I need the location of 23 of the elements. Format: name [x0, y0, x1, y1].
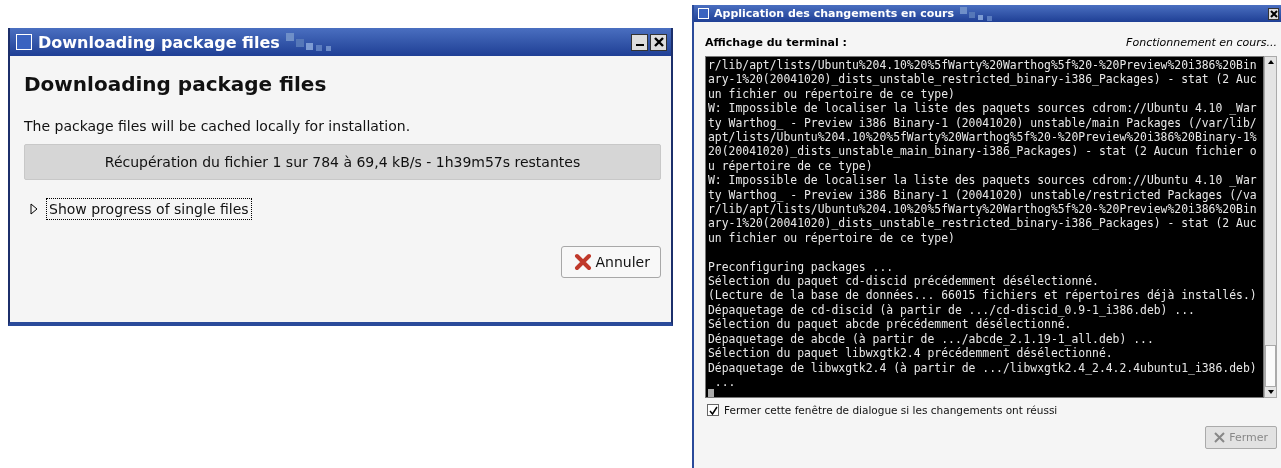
close-button[interactable] — [1268, 7, 1279, 20]
minimize-button[interactable] — [631, 33, 648, 51]
close-button[interactable] — [650, 33, 667, 51]
expander-toggle[interactable]: Show progress of single files — [46, 198, 252, 220]
scrollbar[interactable] — [1264, 56, 1277, 398]
expander-right-icon[interactable] — [30, 203, 38, 215]
terminal-label: Affichage du terminal : — [705, 35, 847, 49]
close-icon — [1214, 432, 1226, 443]
cancel-icon — [573, 253, 592, 271]
window-title: Application des changements en cours — [698, 7, 955, 20]
checkbox[interactable] — [707, 404, 719, 416]
status-text: Fonctionnement en cours... — [1126, 35, 1277, 49]
dialog-heading: Downloading package files — [24, 72, 328, 96]
terminal-output: r/lib/apt/lists/Ubuntu%204.10%20%5fWarty%20Warthog%5f%20-%20Preview%20i386%20Bin ary-1%20(20041020)_dists_unstable_restricted_binary-i386_Packages) - stat (2 Auc un fichier ou répertoire de ce type) W: Impossible de localiser la liste des paquets sources cdrom://Ubuntu 4.10 _War ty Warthog_ - Preview i386 Binary-1 (20041020) unstable/main Packages (/var/lib/ apt/lists/Ubuntu%204.10%20%5fWarty%20Warthog%5f%20-%20Preview%20i386%20Binary-1% 20(20041020)_dists_unstable_main_binary-i386_Packages) - stat (2 Aucun fichier o u répertoire de ce type) W: Impossible de localiser la liste des paquets sources cdrom://Ubuntu 4.10 _War ty Warthog_ - Preview i386 Binary-1 (20041020) unstable/restricted Packages (/va r/lib/apt/lists/Ubuntu%204.10%20%5fWarty%20Warthog%5f%20-%20Preview%20i386%20Bin ary-1%20(20041020)_dists_unstable_restricted_binary-i386_Packages) - stat (2 Auc un fichier ou répertoire de ce type) Preconfiguring packages ... Sélection du paquet cd-discid précédemment désélectionné. (Lecture de la base de données... 66015 fichiers et répertoires déjà installés.) Dépaquetage de cd-discid (à partir de .../cd-discid_0.9-1_i386.deb) ... Sélection du paquet abcde précédemment désélectionné. Dépaquetage de abcde (à partir de .../abcde_2.1.19-1_all.deb) ... Sélection du paquet libwxgtk2.4 précédemment désélectionné. Dépaquetage de libwxgtk2.4 (à partir de .../libwxgtk2.4_2.4.2.4ubuntu1_i386.deb) ... — [705, 56, 1264, 398]
scrollbar-thumb[interactable] — [1265, 345, 1276, 387]
close-icon — [653, 37, 664, 47]
window-title: Downloading package files — [14, 32, 280, 52]
checkbox-label[interactable]: Fermer cette fenêtre de dialogue si les changements ont réussi — [724, 404, 1058, 416]
minimize-icon — [635, 44, 644, 46]
close-icon — [1269, 9, 1278, 18]
cancel-button[interactable]: Annuler — [560, 246, 661, 278]
progress-text: Récupération du fichier 1 sur 784 à 69,4 kB/s - 1h39m57s restantes — [104, 154, 581, 170]
dialog-description: The package files will be cached locally for installation. — [24, 118, 412, 134]
